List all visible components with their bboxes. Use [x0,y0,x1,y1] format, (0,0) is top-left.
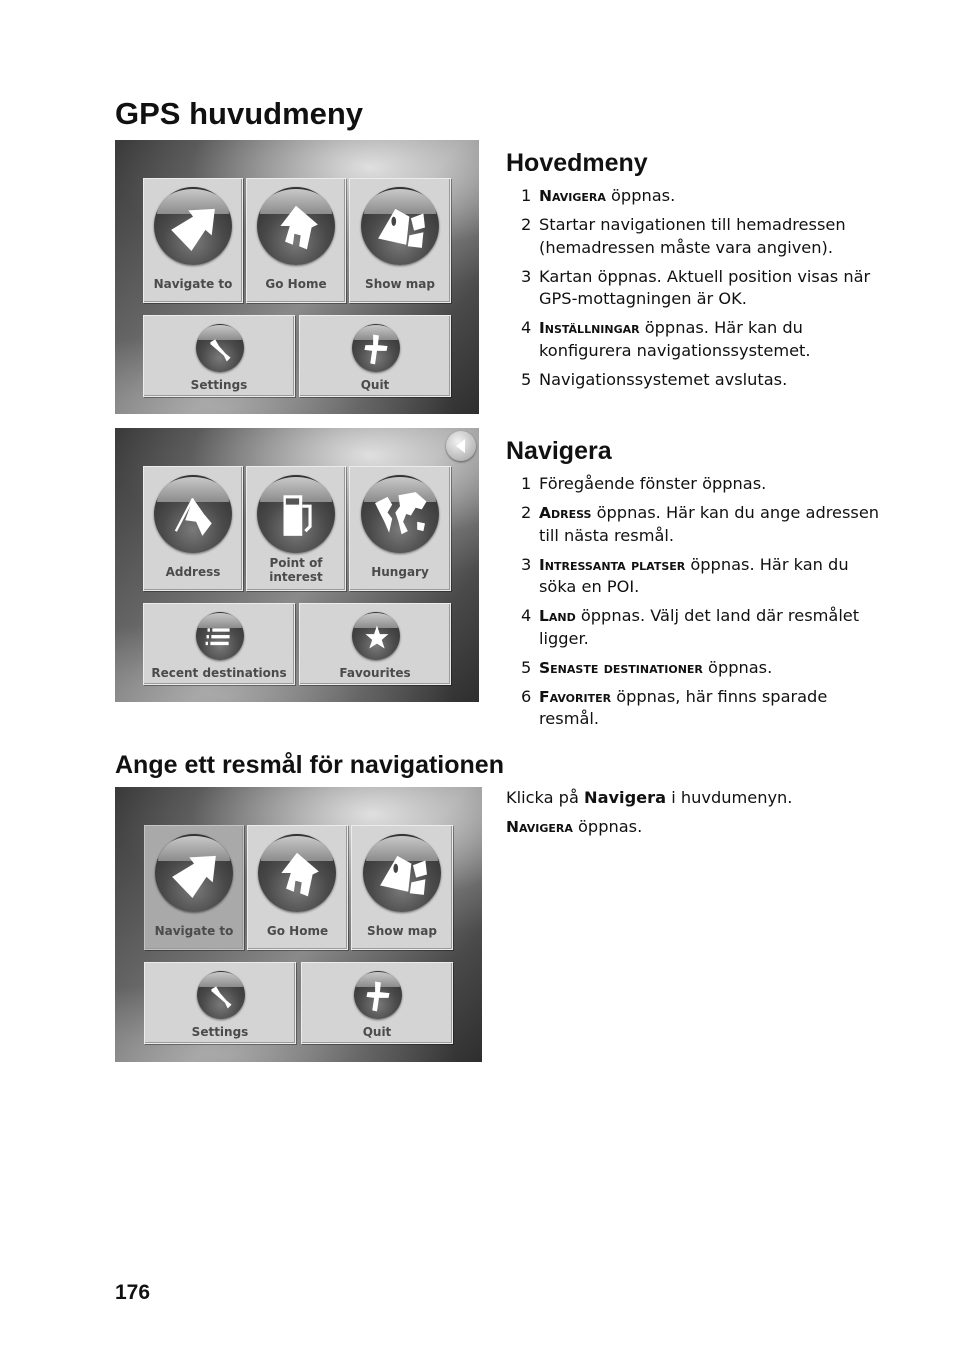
step-item: 4 Land öppnas. Välj det land där resmålet… [521,606,860,648]
tile-label: Settings [191,1025,249,1039]
page-number: 176 [115,1281,151,1304]
instruction-navigera-opens: Navigera öppnas. [506,817,643,836]
back-button[interactable] [446,431,476,461]
point-of-interest-button[interactable]: Point of interest [246,466,346,591]
instruction-click-navigera: Klicka på Navigera i huvdumenyn. [506,788,793,807]
arrow-icon [154,187,232,265]
favourites-button[interactable]: Favourites [299,603,451,685]
arrow-icon [155,834,233,912]
navigate-to-button[interactable]: Navigate to [143,178,243,303]
step-item: 1 Föregående fönster öppnas. [521,474,767,493]
tile-label: Navigate to [153,277,233,291]
quit-button[interactable]: Quit [301,962,453,1044]
wrench-icon [196,324,244,372]
tile-label: Favourites [339,666,411,680]
go-home-button[interactable]: Go Home [247,825,348,950]
step-item: 5 Navigationssystemet avslutas. [521,369,788,389]
cross-icon [354,971,402,1019]
tile-label: Go Home [266,924,329,938]
map-icon [363,834,441,912]
tile-label: Settings [190,378,248,392]
step-item: 1 Navigera öppnas. [521,186,676,205]
quit-button[interactable]: Quit [299,315,451,397]
tile-label: Hungary [371,565,429,579]
house-icon [257,187,335,265]
page-title: GPS huvudmeny [115,96,364,131]
step-item: 4 Inställningar öppnas. Här kan du konfig… [521,318,811,360]
fuel-pump-icon [257,475,335,553]
cross-icon [352,324,400,372]
map-icon [361,187,439,265]
step-item: 3 Kartan öppnas. Aktuell position visas n… [521,266,871,309]
recent-destinations-button[interactable]: Recent destinations [143,603,295,685]
tile-label: Recent destinations [151,666,287,680]
tile-label: Quit [362,1025,392,1039]
country-hungary-button[interactable]: Hungary [349,466,451,591]
wrench-icon [197,971,245,1019]
show-map-button[interactable]: Show map [349,178,451,303]
house-icon [258,834,336,912]
navigate-menu-screenshot: Address Point of interest Hungary Recent… [115,428,479,702]
address-button[interactable]: Address [143,466,243,591]
section-heading-hovedmeny: Hovedmeny [506,149,648,177]
main-menu-selected-screenshot: Navigate to Go Home Show map Settings Qu… [115,787,482,1062]
step-item: 3 Intressanta platser öppnas. Här kan du … [521,554,849,597]
section-heading-navigera: Navigera [506,437,612,465]
tile-label: Go Home [265,277,327,291]
section-heading-ange: Ange ett resmål för navigationen [115,751,504,779]
tile-label: Quit [360,378,390,392]
globe-icon [361,475,439,553]
settings-button[interactable]: Settings [144,962,296,1044]
main-menu-screenshot: Navigate to Go Home Show map Settings Qu… [115,140,479,414]
tile-label: Point of interest [269,556,323,584]
navigate-to-button[interactable]: Navigate to [144,825,244,950]
back-arrow-icon [456,439,465,453]
list-icon [196,612,244,660]
tile-label: Show map [365,277,435,291]
step-item: 6 Favoriter öppnas, här finns sparade res… [521,686,828,729]
hovedmeny-steps: 1 Navigera öppnas. 2 Startar navigationen … [521,185,881,398]
step-item: 2 Startar navigationen till hemadressen (… [521,215,846,257]
flag-icon [154,475,232,553]
step-item: 2 Adress öppnas. Här kan du ange adressen… [521,503,880,545]
tile-label: Address [165,565,221,579]
step-item: 5 Senaste destinationer öppnas. [521,657,773,677]
star-icon [352,612,400,660]
navigera-steps: 1 Föregående fönster öppnas. 2 Adress öppn… [521,473,881,737]
settings-button[interactable]: Settings [143,315,295,397]
tile-label: Show map [367,924,437,938]
show-map-button[interactable]: Show map [351,825,453,950]
tile-label: Navigate to [154,924,234,938]
go-home-button[interactable]: Go Home [246,178,346,303]
